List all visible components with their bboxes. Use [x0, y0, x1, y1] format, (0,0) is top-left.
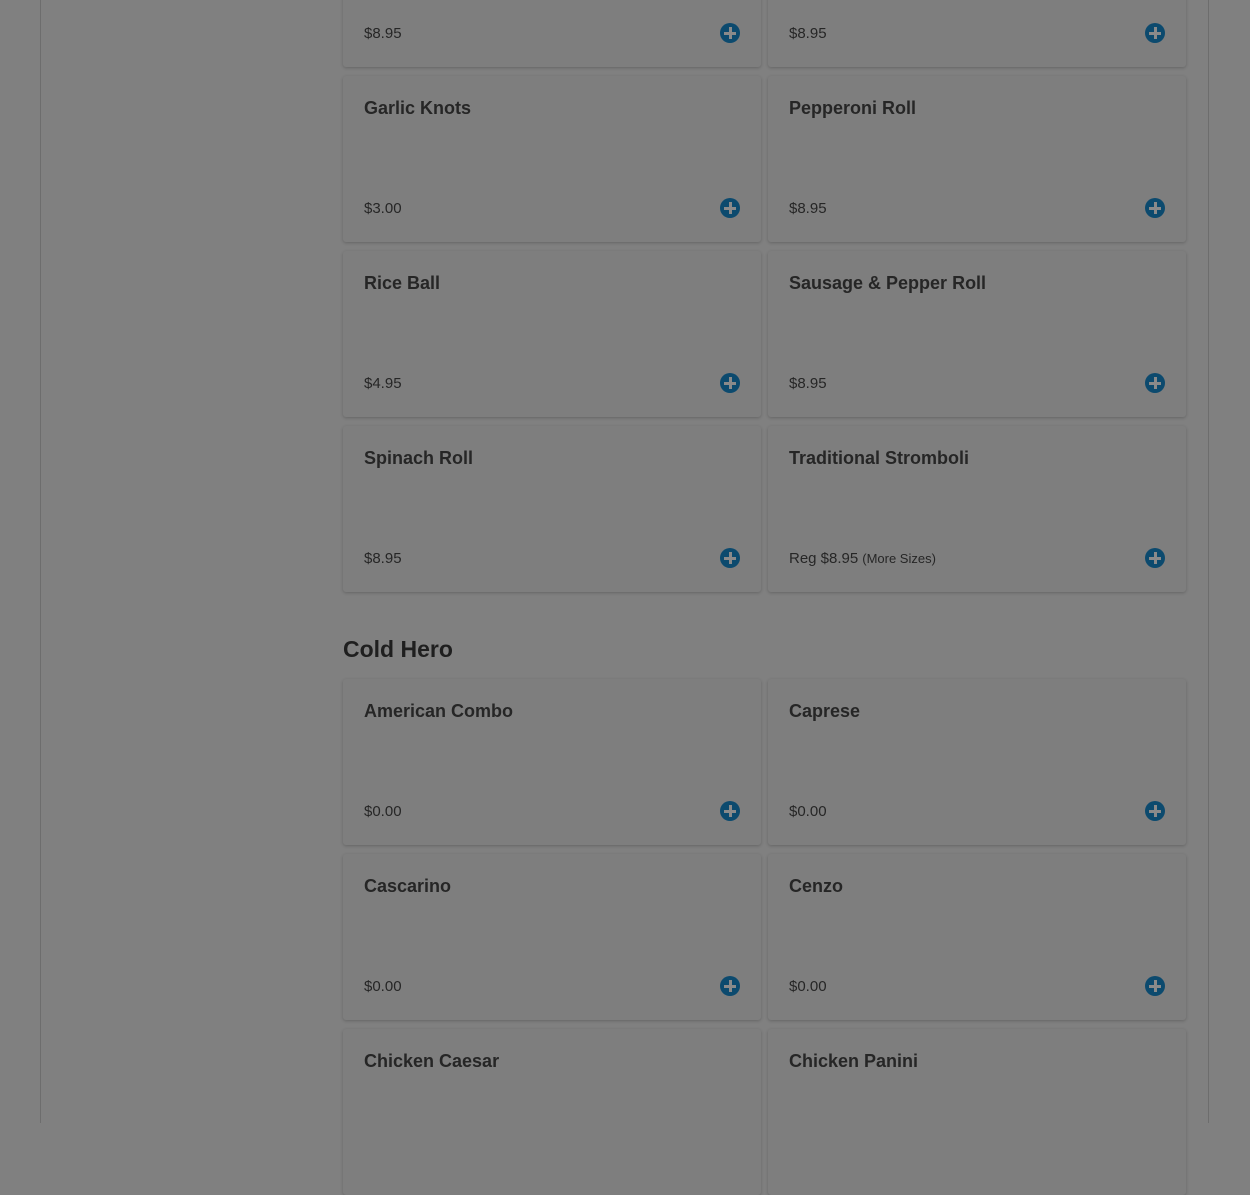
menu-item-card[interactable]: American Combo $0.00: [343, 679, 761, 845]
menu-item-card[interactable]: Chicken Caesar: [343, 1029, 761, 1195]
item-price: $8.95: [364, 25, 402, 42]
item-price: $4.95: [364, 375, 402, 392]
more-sizes-link[interactable]: (More Sizes): [862, 551, 936, 566]
item-price: $8.95: [789, 375, 827, 392]
add-item-plus-icon[interactable]: [1145, 801, 1165, 821]
section-title-cold-hero: Cold Hero: [343, 636, 453, 662]
add-item-plus-icon[interactable]: [1145, 23, 1165, 43]
add-item-plus-icon[interactable]: [720, 373, 740, 393]
menu-item-card[interactable]: Caprese $0.00: [768, 679, 1186, 845]
add-item-plus-icon[interactable]: [720, 976, 740, 996]
menu-item-card[interactable]: Cascarino $0.00: [343, 854, 761, 1020]
menu-item-card[interactable]: $8.95: [768, 0, 1186, 67]
item-name: American Combo: [364, 701, 514, 721]
menu-item-card[interactable]: Traditional Stromboli Reg $8.95 (More Siz…: [768, 426, 1186, 592]
add-item-plus-icon[interactable]: [1145, 548, 1165, 568]
menu-item-card[interactable]: Cenzo $0.00: [768, 854, 1186, 1020]
menu-item-card[interactable]: Chicken Panini: [768, 1029, 1186, 1195]
menu-item-card[interactable]: $8.95: [343, 0, 761, 67]
add-item-plus-icon[interactable]: [720, 801, 740, 821]
add-item-plus-icon[interactable]: [720, 548, 740, 568]
item-price: $0.00: [789, 803, 827, 820]
item-price: $0.00: [364, 978, 402, 995]
add-item-plus-icon[interactable]: [720, 23, 740, 43]
menu-item-card[interactable]: Sausage & Pepper Roll $8.95: [768, 251, 1186, 417]
item-name: Spinach Roll: [364, 448, 474, 468]
item-name: Cascarino: [364, 876, 452, 896]
menu-item-card[interactable]: Pepperoni Roll $8.95: [768, 76, 1186, 242]
item-price: $0.00: [364, 803, 402, 820]
item-price: Reg $8.95 (More Sizes): [789, 550, 936, 567]
item-price: $8.95: [364, 550, 402, 567]
menu-item-card[interactable]: Spinach Roll $8.95: [343, 426, 761, 592]
item-name: Pepperoni Roll: [789, 98, 917, 118]
item-name: Caprese: [789, 701, 861, 721]
item-price-value: Reg $8.95: [789, 550, 859, 567]
add-item-plus-icon[interactable]: [1145, 976, 1165, 996]
menu-item-card[interactable]: Garlic Knots $3.00: [343, 76, 761, 242]
item-name: Chicken Panini: [789, 1051, 919, 1071]
item-price: $3.00: [364, 200, 402, 217]
add-item-plus-icon[interactable]: [1145, 373, 1165, 393]
item-name: Chicken Caesar: [364, 1051, 500, 1071]
item-name: Sausage & Pepper Roll: [789, 273, 987, 293]
menu-item-card[interactable]: Rice Ball $4.95: [343, 251, 761, 417]
item-name: Cenzo: [789, 876, 843, 896]
add-item-plus-icon[interactable]: [1145, 198, 1165, 218]
item-price: $0.00: [789, 978, 827, 995]
item-name: Traditional Stromboli: [789, 448, 970, 468]
item-price: $8.95: [789, 200, 827, 217]
item-price: $8.95: [789, 25, 827, 42]
add-item-plus-icon[interactable]: [720, 198, 740, 218]
item-name: Garlic Knots: [364, 98, 472, 118]
item-name: Rice Ball: [364, 273, 441, 293]
